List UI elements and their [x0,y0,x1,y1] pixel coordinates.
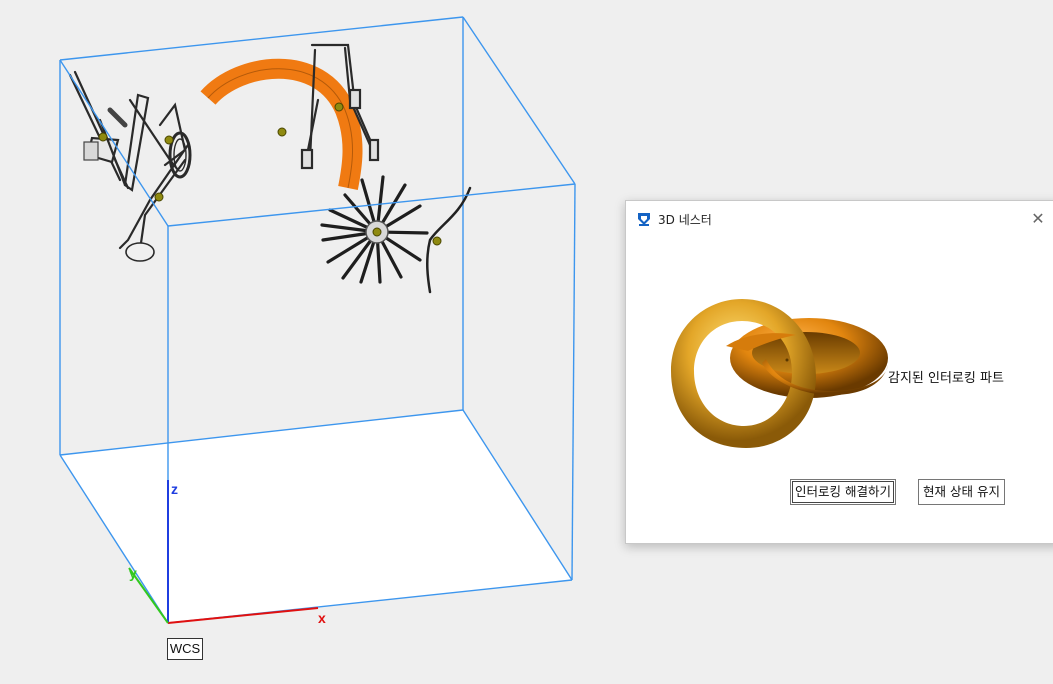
resolve-interlocking-button[interactable]: 인터로킹 해결하기 [790,479,896,505]
app-logo-icon [638,213,650,226]
close-button[interactable]: ✕ [1026,207,1050,231]
dialog-title: 3D 네스터 [658,213,712,227]
nester-dialog: 3D 네스터 ✕ 감지된 인터로킹 파트 인터로킹 해결하기 현재 상태 유지 [625,200,1053,544]
dialog-titlebar[interactable]: 3D 네스터 ✕ [626,201,1053,237]
wcs-label: WCS [167,638,203,660]
floor-plane [60,410,572,623]
close-icon: ✕ [1031,209,1045,228]
z-axis-label: z [171,481,178,497]
detected-interlocking-label: 감지된 인터로킹 파트 [888,371,1004,386]
keep-current-state-button[interactable]: 현재 상태 유지 [918,479,1005,505]
y-axis-label: y [129,565,137,581]
x-axis-label: x [318,610,326,626]
interlocked-torus-preview [671,299,888,448]
